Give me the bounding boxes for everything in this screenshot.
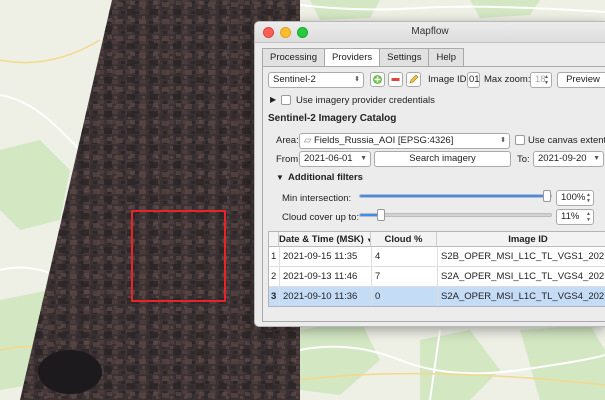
row-index-header <box>269 232 279 247</box>
from-date-value: 2021-06-01 <box>304 153 353 164</box>
search-imagery-button[interactable]: Search imagery <box>374 151 511 167</box>
from-label: From: <box>276 154 301 165</box>
cloud-cover-handle[interactable] <box>377 209 385 221</box>
to-label: To: <box>517 154 530 165</box>
stepper-arrows-icon: ▲ ▼ <box>586 192 591 204</box>
row-index: 2 <box>271 271 277 282</box>
row-index: 1 <box>271 251 277 262</box>
cell-datetime: 2021-09-15 11:35 <box>283 251 358 262</box>
column-header-cloud-label: Cloud % <box>384 234 423 245</box>
area-select-value: Fields_Russia_AOI [EPSG:4326] <box>313 135 454 146</box>
min-intersection-handle[interactable] <box>543 190 551 202</box>
area-select[interactable]: ▱ Fields_Russia_AOI [EPSG:4326] ⬍ <box>299 133 510 149</box>
pencil-icon <box>409 74 419 84</box>
to-date-value: 2021-09-20 <box>538 153 587 164</box>
min-intersection-fill <box>360 195 551 197</box>
image-id-input[interactable]: 01 <box>467 72 480 88</box>
min-intersection-slider[interactable] <box>359 190 552 202</box>
column-divider <box>437 247 438 306</box>
cell-cloud: 7 <box>375 271 381 282</box>
min-intersection-value: 100% <box>561 192 586 203</box>
provider-select-value: Sentinel-2 <box>273 74 316 85</box>
cloud-cover-slider[interactable] <box>359 209 552 221</box>
cell-cloud: 4 <box>375 251 381 262</box>
min-intersection-label: Min intersection: <box>282 193 352 204</box>
use-canvas-checkbox[interactable] <box>515 135 525 145</box>
credentials-checkbox[interactable] <box>281 95 291 105</box>
catalog-title: Sentinel-2 Imagery Catalog <box>268 113 397 124</box>
providers-content: Sentinel-2 ⬍ Image ID: 01 Max zoom: 18 ▲… <box>254 21 605 327</box>
area-label: Area: <box>276 135 299 146</box>
to-date-input[interactable]: 2021-09-20 ▼ <box>533 151 604 167</box>
column-divider <box>279 247 280 306</box>
cell-image-id: S2B_OPER_MSI_L1C_TL_VGS1_202... <box>441 251 605 262</box>
remove-icon <box>391 78 400 81</box>
preview-button[interactable]: Preview <box>557 72 605 88</box>
column-header-cloud[interactable]: Cloud % <box>371 232 437 247</box>
chevron-down-icon: ⬍ <box>354 76 360 83</box>
stepper-arrows-icon: ▲ ▼ <box>544 74 549 86</box>
column-header-image-id-label: Image ID <box>508 234 548 245</box>
cloud-cover-stepper[interactable]: 11% ▲ ▼ <box>556 209 594 225</box>
column-header-datetime[interactable]: Date & Time (MSK) ▼ <box>279 232 371 247</box>
credentials-label: Use imagery provider credentials <box>296 95 435 106</box>
provider-select[interactable]: Sentinel-2 ⬍ <box>268 72 364 88</box>
max-zoom-label: Max zoom: <box>484 74 531 85</box>
filters-title[interactable]: Additional filters <box>288 172 363 183</box>
cell-image-id: S2A_OPER_MSI_L1C_TL_VGS4_202... <box>441 271 605 282</box>
from-date-input[interactable]: 2021-06-01 ▼ <box>299 151 371 167</box>
cell-cloud: 0 <box>375 291 381 302</box>
add-provider-button[interactable] <box>370 72 385 87</box>
cell-image-id: S2A_OPER_MSI_L1C_TL_VGS4_202... <box>441 291 605 302</box>
polygon-layer-icon: ▱ <box>304 135 314 146</box>
chevron-down-icon: ⬍ <box>500 137 506 144</box>
expand-triangle-icon[interactable]: ▶ <box>270 95 276 104</box>
remove-provider-button[interactable] <box>388 72 403 87</box>
column-divider <box>371 247 372 306</box>
column-header-image-id[interactable]: Image ID <box>437 232 605 247</box>
cell-datetime: 2021-09-13 11:46 <box>283 271 358 282</box>
chevron-down-icon: ▼ <box>360 155 367 162</box>
search-results-table[interactable]: Date & Time (MSK) ▼ Cloud % Image ID 1 2… <box>268 231 605 307</box>
row-index: 3 <box>271 291 277 302</box>
cloud-cover-label: Cloud cover up to: <box>282 212 360 223</box>
collapse-triangle-icon[interactable]: ▼ <box>276 173 284 182</box>
use-canvas-label: Use canvas extent <box>528 135 605 146</box>
cloud-cover-value: 11% <box>561 211 580 222</box>
edit-provider-button[interactable] <box>406 72 421 87</box>
max-zoom-stepper[interactable]: 18 ▲ ▼ <box>530 72 552 88</box>
min-intersection-stepper[interactable]: 100% ▲ ▼ <box>556 190 594 206</box>
column-header-datetime-label: Date & Time (MSK) <box>279 234 364 245</box>
cell-datetime: 2021-09-10 11:36 <box>283 291 358 302</box>
stepper-arrows-icon: ▲ ▼ <box>586 211 591 223</box>
add-icon <box>373 75 382 84</box>
dark-forest-area <box>38 350 102 394</box>
image-id-label: Image ID: <box>428 74 470 85</box>
chevron-down-icon: ▼ <box>593 155 600 162</box>
image-id-value: 01 <box>469 74 480 85</box>
